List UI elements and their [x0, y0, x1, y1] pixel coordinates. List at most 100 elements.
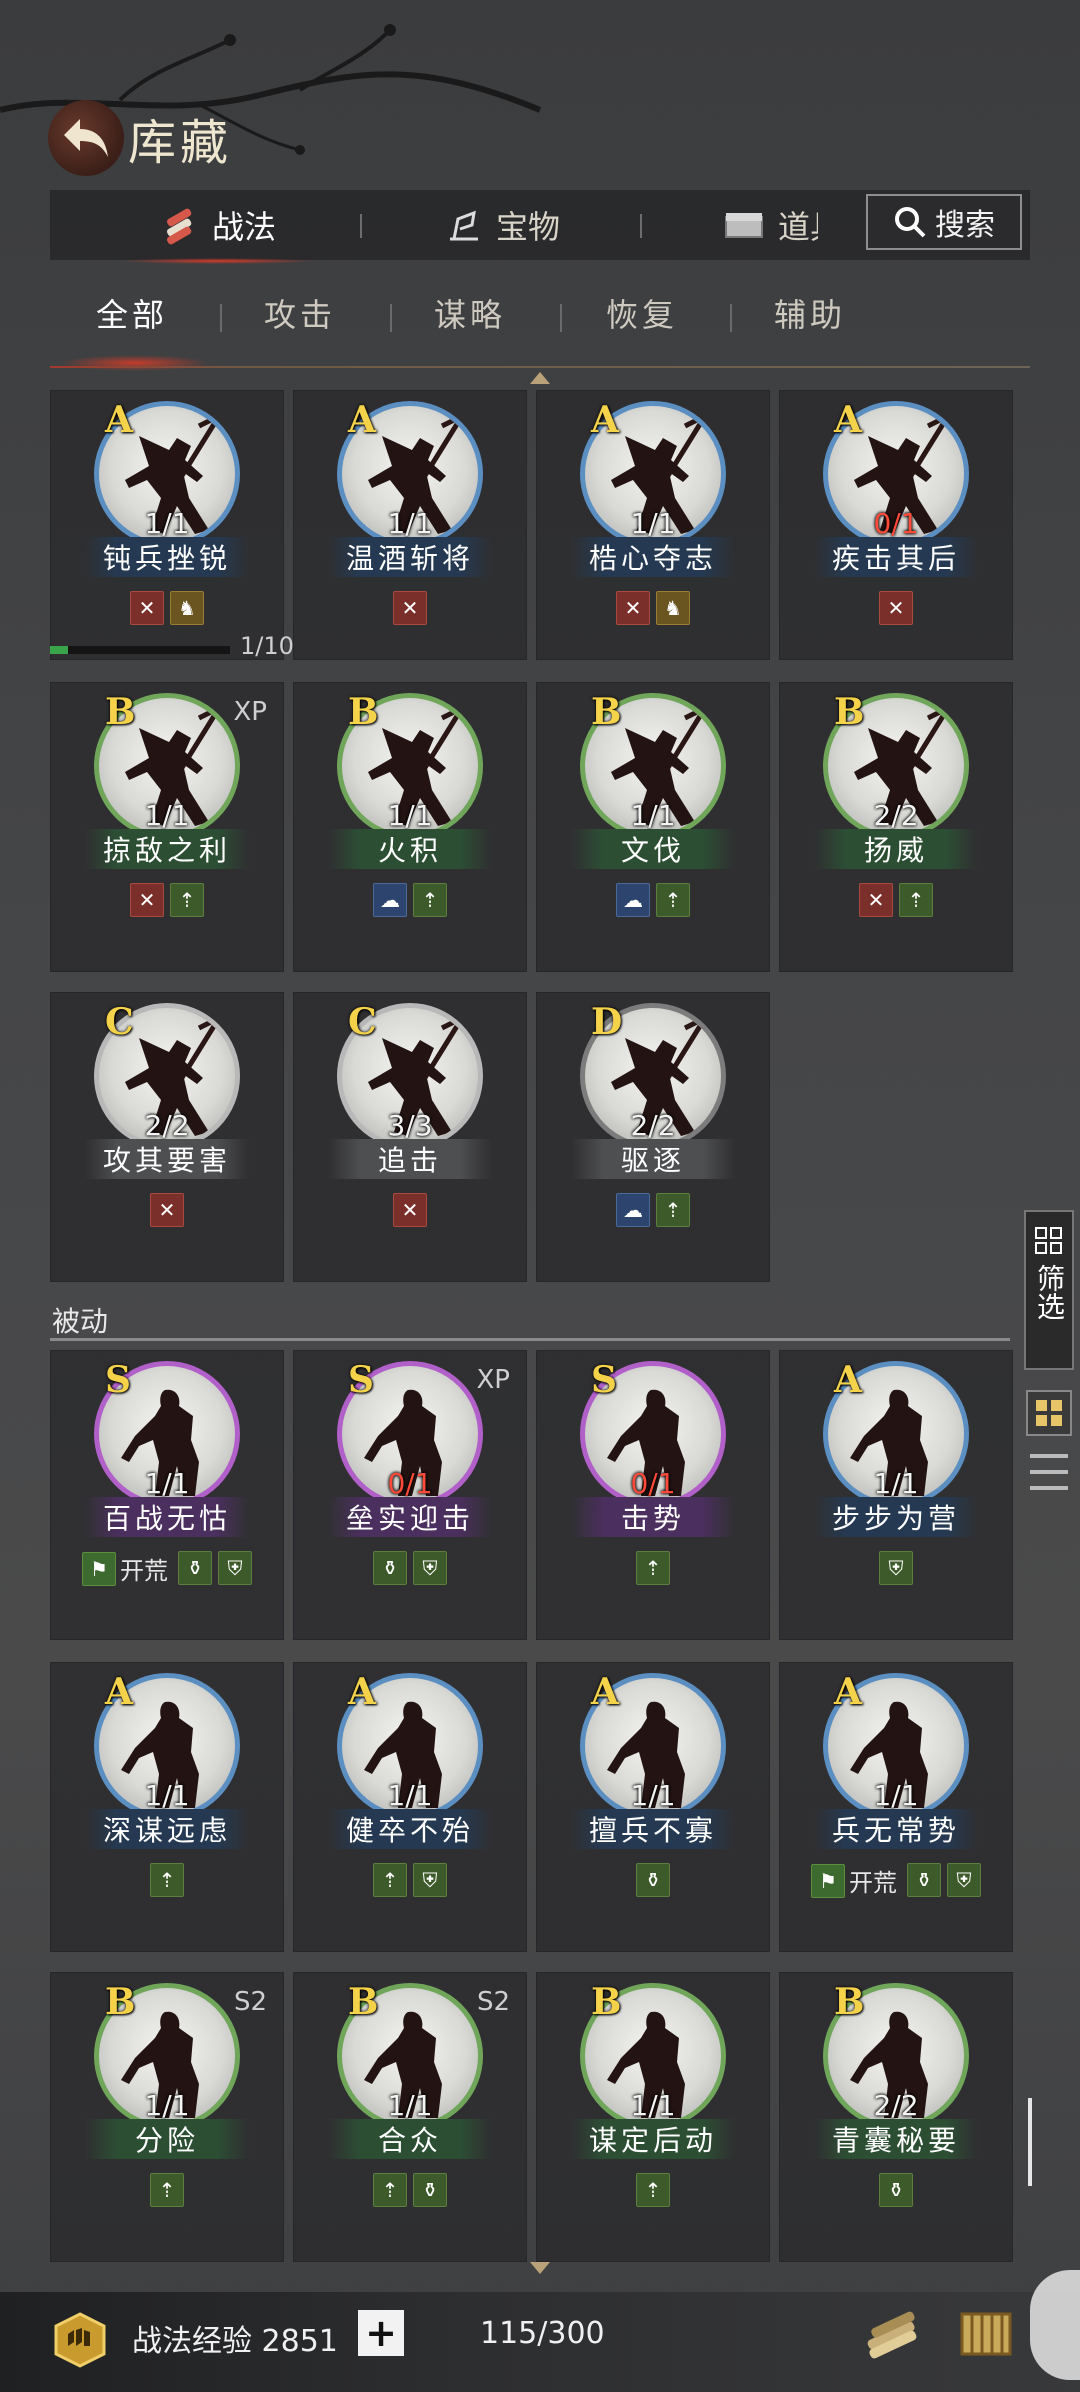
tactic-card[interactable]: B 2/2 扬威 ✕ ⇡ — [779, 682, 1013, 972]
vessel-icon: ⚱ — [907, 1863, 941, 1897]
tactic-name: 青囊秘要 — [814, 2119, 978, 2159]
grid-view-button[interactable] — [1026, 1390, 1072, 1436]
tactic-card[interactable]: B 2/2 青囊秘要 ⚱ — [779, 1972, 1013, 2262]
grade-badge: D — [591, 1001, 623, 1043]
tactic-exp-label: 战法经验 2851 — [132, 2324, 338, 2359]
tactic-card[interactable]: S 1/1 百战无怙 ⚑ 开荒 ⚱ ⛨ — [50, 1350, 284, 1640]
tactic-type-icons: ⚑ 开荒 ⚱ ⛨ — [51, 1551, 283, 1586]
skill-progress-fill — [50, 646, 68, 654]
grade-badge: B — [834, 1981, 865, 2023]
grade-badge: S — [348, 1359, 374, 1401]
attack-type-icon: ✕ — [393, 1193, 427, 1227]
floating-assistant-button[interactable] — [1030, 2270, 1080, 2380]
grade-badge: A — [591, 399, 619, 441]
troop-buff-icon: ⇡ — [150, 2173, 184, 2207]
subtab-all[interactable]: 全部 — [96, 290, 168, 336]
owned-count: 1/1 — [873, 1467, 919, 1500]
attack-type-icon: ✕ — [859, 883, 893, 917]
tactic-card[interactable]: B XP 1/1 掠敌之利 ✕ ⇡ — [50, 682, 284, 972]
tactic-card[interactable]: A 1/1 钝兵挫锐 ✕ ♞ — [50, 390, 284, 660]
tactic-type-icons: ☁ ⇡ — [537, 883, 769, 917]
troop-buff-icon: ⇡ — [656, 1193, 690, 1227]
subtab-recovery[interactable]: 恢复 — [606, 290, 678, 336]
grade-badge: B — [348, 1981, 379, 2023]
tactic-card[interactable]: S 0/1 击势 ⇡ — [536, 1350, 770, 1640]
tactic-card[interactable]: D 2/2 驱逐 ☁ ⇡ — [536, 992, 770, 1282]
subtab-strategy[interactable]: 谋略 — [434, 290, 506, 336]
grade-badge: B — [105, 1981, 136, 2023]
tab-items[interactable]: 道具 — [722, 190, 818, 260]
tab-items-label: 道具 — [778, 208, 818, 246]
treasure-icon — [450, 210, 478, 241]
tactic-card[interactable]: C 3/3 追击 ✕ — [293, 992, 527, 1282]
filter-button[interactable]: 筛选 — [1024, 1210, 1074, 1370]
tactic-name: 健卒不殆 — [328, 1809, 492, 1849]
grade-badge: A — [834, 1671, 862, 1713]
tab-tactics[interactable]: 战法 — [119, 190, 317, 264]
tactic-name: 谋定后动 — [571, 2119, 735, 2159]
scrollbar-thumb[interactable] — [1028, 2098, 1032, 2186]
tab-treasure[interactable]: 宝物 — [444, 190, 560, 260]
grade-badge: S — [105, 1359, 131, 1401]
mount-icon: ♞ — [656, 591, 690, 625]
scroll-up-arrow — [530, 372, 550, 384]
tactic-name: 文伐 — [571, 829, 735, 869]
owned-count: 0/1 — [873, 507, 919, 540]
scroll-stack-icon[interactable] — [858, 2300, 926, 2368]
search-button[interactable]: 搜索 — [866, 194, 1022, 250]
tactic-card[interactable]: B S2 1/1 分险 ⇡ — [50, 1972, 284, 2262]
owned-count: 1/1 — [873, 1779, 919, 1812]
tactic-card[interactable]: B 1/1 火积 ☁ ⇡ — [293, 682, 527, 972]
tactic-type-icons: ⇡ — [537, 2173, 769, 2207]
tactic-type-icons: ⛨ — [780, 1551, 1012, 1585]
grade-badge: B — [591, 1981, 622, 2023]
tactic-type-icons: ✕ ⇡ — [51, 883, 283, 917]
shield-icon: ⛨ — [879, 1551, 913, 1585]
back-button[interactable] — [48, 100, 124, 176]
tactic-card[interactable]: A 1/1 温酒斩将 ✕ — [293, 390, 527, 660]
grade-badge: C — [105, 1001, 134, 1043]
attack-type-icon: ✕ — [130, 591, 164, 625]
owned-count: 1/1 — [144, 507, 190, 540]
tactic-name: 钝兵挫锐 — [85, 537, 249, 577]
subtab-attack[interactable]: 攻击 — [264, 290, 336, 336]
tactic-card[interactable]: B 1/1 谋定后动 ⇡ — [536, 1972, 770, 2262]
strategy-type-icon: ☁ — [373, 883, 407, 917]
owned-count: 0/1 — [630, 1467, 676, 1500]
filter-label: 筛选 — [1033, 1264, 1066, 1320]
owned-count: 2/2 — [873, 2089, 919, 2122]
add-exp-button[interactable]: + — [358, 2310, 404, 2356]
season-tag: XP — [233, 697, 268, 727]
skill-progress-bar — [50, 646, 230, 654]
grade-badge: B — [834, 691, 865, 733]
shield-icon: ⛨ — [413, 1551, 447, 1585]
bamboo-scroll-icon[interactable] — [952, 2300, 1020, 2368]
pioneer-label: 开荒 — [120, 1557, 168, 1585]
tactic-card[interactable]: A 1/1 梏心夺志 ✕ ♞ — [536, 390, 770, 660]
list-line — [1030, 1470, 1068, 1474]
troop-buff-icon: ⇡ — [373, 1863, 407, 1897]
subtab-support[interactable]: 辅助 — [774, 290, 846, 336]
tactic-card[interactable]: A 0/1 疾击其后 ✕ — [779, 390, 1013, 660]
tactic-name: 合众 — [328, 2119, 492, 2159]
owned-count: 1/1 — [144, 1779, 190, 1812]
owned-count: 1/1 — [144, 2089, 190, 2122]
tactic-card[interactable]: B 1/1 文伐 ☁ ⇡ — [536, 682, 770, 972]
season-tag: S2 — [476, 1987, 510, 2017]
tactic-card[interactable]: C 2/2 攻其要害 ✕ — [50, 992, 284, 1282]
grid-view-icon — [1036, 1400, 1062, 1426]
tactic-card[interactable]: A 1/1 擅兵不寡 ⚱ — [536, 1662, 770, 1952]
tactic-card[interactable]: A 1/1 健卒不殆 ⇡ ⛨ — [293, 1662, 527, 1952]
tactic-name: 擅兵不寡 — [571, 1809, 735, 1849]
shield-icon: ⛨ — [413, 1863, 447, 1897]
grade-badge: A — [105, 399, 133, 441]
tactic-card[interactable]: A 1/1 兵无常势 ⚑ 开荒 ⚱ ⛨ — [779, 1662, 1013, 1952]
grade-badge: B — [105, 691, 136, 733]
tactic-name: 疾击其后 — [814, 537, 978, 577]
list-view-button[interactable] — [1030, 1454, 1068, 1490]
tactic-card[interactable]: A 1/1 步步为营 ⛨ — [779, 1350, 1013, 1640]
attack-type-icon: ✕ — [616, 591, 650, 625]
tactic-card[interactable]: S XP 0/1 垒实迎击 ⚱ ⛨ — [293, 1350, 527, 1640]
tactic-card[interactable]: B S2 1/1 合众 ⇡ ⚱ — [293, 1972, 527, 2262]
tactic-card[interactable]: A 1/1 深谋远虑 ⇡ — [50, 1662, 284, 1952]
